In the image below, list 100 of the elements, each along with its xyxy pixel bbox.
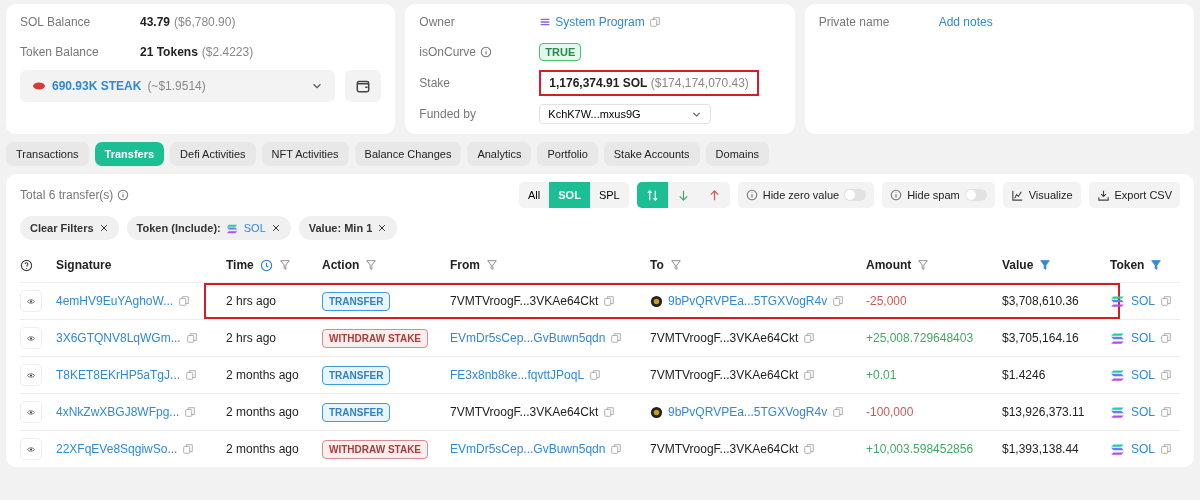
toggle-switch[interactable] — [844, 189, 867, 201]
time-text: 2 months ago — [226, 442, 299, 456]
tab[interactable]: Stake Accounts — [603, 142, 700, 166]
visualize-button[interactable]: Visualize — [1002, 182, 1081, 208]
copy-icon[interactable] — [184, 406, 197, 418]
value-text: $3,708,610.36 — [1002, 294, 1079, 308]
signature-link[interactable]: 22XFqEVe8SqgiwSo... — [56, 442, 178, 456]
token-link[interactable]: SOL — [1131, 405, 1155, 419]
tab[interactable]: Analytics — [467, 142, 532, 166]
balance-value: 21 Tokens — [140, 45, 198, 59]
close-icon[interactable] — [270, 223, 281, 233]
tab[interactable]: Transfers — [94, 142, 165, 166]
token-link[interactable]: SOL — [1131, 368, 1155, 382]
owner-link[interactable]: System Program — [555, 15, 645, 29]
signature-link[interactable]: 4emHV9EuYAghoW... — [56, 294, 174, 308]
filter-chip[interactable]: Token (Include): SOL — [126, 216, 291, 240]
address-text: 7VMTVroogF...3VKAe64Ckt — [450, 405, 599, 419]
copy-icon[interactable] — [832, 406, 845, 418]
wallet-button[interactable] — [345, 70, 382, 102]
copy-icon[interactable] — [178, 295, 191, 307]
copy-icon[interactable] — [1160, 443, 1172, 455]
filter-icon[interactable] — [486, 259, 498, 271]
direction-filter-button[interactable] — [636, 182, 668, 208]
toggle-button[interactable]: Hide zero value — [737, 182, 875, 208]
toggle-button[interactable]: Hide spam — [882, 182, 995, 208]
copy-icon[interactable] — [1160, 369, 1172, 381]
filter-chip[interactable]: Value: Min 1 — [298, 216, 398, 240]
tab[interactable]: Balance Changes — [354, 142, 462, 166]
copy-icon[interactable] — [1160, 295, 1172, 307]
tab[interactable]: Transactions — [6, 142, 89, 166]
copy-icon[interactable] — [803, 443, 816, 455]
filter-icon[interactable] — [917, 259, 930, 271]
clock-icon[interactable] — [259, 258, 273, 272]
copy-icon[interactable] — [832, 295, 845, 307]
copy-icon[interactable] — [610, 332, 623, 344]
address-link[interactable]: FE3x8nb8ke...fqvttJPoqL — [450, 368, 585, 382]
copy-icon[interactable] — [589, 369, 602, 381]
time-text: 2 months ago — [226, 405, 299, 419]
field-label: Token Balance — [20, 45, 100, 59]
view-button[interactable] — [20, 438, 42, 460]
filter-chip[interactable]: Clear Filters — [20, 216, 119, 240]
filter-icon[interactable] — [669, 259, 682, 271]
token-link[interactable]: SOL — [1131, 294, 1155, 308]
copy-icon[interactable] — [603, 295, 616, 307]
filter-icon[interactable] — [1150, 259, 1163, 271]
value-text: $3,705,164.16 — [1002, 331, 1079, 345]
filter-icon[interactable] — [365, 259, 378, 271]
token-link[interactable]: SOL — [1131, 331, 1155, 345]
address-link[interactable]: 9bPvQRVPEa...5TGXVogR4v — [668, 294, 828, 308]
address-link[interactable]: 9bPvQRVPEa...5TGXVogR4v — [668, 405, 828, 419]
field-label: isOnCurve — [419, 45, 476, 59]
address-text: 7VMTVroogF...3VKAe64Ckt — [650, 331, 799, 345]
signature-link[interactable]: T8KET8EKrHP5aTgJ... — [56, 368, 181, 382]
copy-icon[interactable] — [182, 443, 195, 455]
toggle-switch[interactable] — [964, 189, 987, 201]
tab[interactable]: Domains — [705, 142, 769, 166]
tab[interactable]: Portfolio — [537, 142, 598, 166]
filter-icon[interactable] — [278, 259, 291, 271]
download-icon — [1096, 188, 1110, 202]
signature-link[interactable]: 4xNkZwXBGJ8WFpg... — [56, 405, 180, 419]
view-button[interactable] — [20, 364, 42, 386]
value-text: $1,393,138.44 — [1002, 442, 1079, 456]
view-button[interactable] — [20, 327, 42, 349]
funder-dropdown[interactable]: KchK7W...mxus9G — [539, 104, 711, 124]
view-button[interactable] — [20, 290, 42, 312]
tab[interactable]: NFT Activities — [261, 142, 349, 166]
filter-icon[interactable] — [1039, 259, 1052, 271]
time-text: 2 hrs ago — [226, 294, 277, 308]
add-notes-link[interactable]: Add notes — [938, 15, 993, 29]
copy-icon[interactable] — [1160, 406, 1172, 418]
export-button[interactable]: Export CSV — [1088, 182, 1180, 208]
info-icon — [480, 46, 492, 58]
close-icon[interactable] — [377, 223, 388, 233]
copy-icon[interactable] — [185, 332, 198, 344]
token-filter-button[interactable]: All — [519, 182, 550, 208]
field-label: Funded by — [419, 107, 477, 121]
chart-icon — [1010, 188, 1024, 202]
address-link[interactable]: EVmDr5sCep...GvBuwn5qdn — [450, 442, 606, 456]
token-filter-button[interactable]: SOL — [549, 182, 590, 208]
time-text: 2 hrs ago — [226, 331, 277, 345]
action-tag: TRANSFER — [322, 291, 391, 311]
address-link[interactable]: EVmDr5sCep...GvBuwn5qdn — [450, 331, 606, 345]
token-link[interactable]: SOL — [1131, 442, 1155, 456]
copy-icon[interactable] — [803, 332, 816, 344]
copy-icon[interactable] — [603, 406, 616, 418]
copy-icon[interactable] — [648, 16, 661, 28]
signature-link[interactable]: 3X6GTQNV8LqWGm... — [56, 331, 181, 345]
copy-icon[interactable] — [185, 369, 198, 381]
tab[interactable]: Defi Activities — [170, 142, 256, 166]
solana-icon — [1110, 367, 1126, 383]
copy-icon[interactable] — [1160, 332, 1172, 344]
address-text: 7VMTVroogF...3VKAe64Ckt — [650, 442, 799, 456]
copy-icon[interactable] — [803, 369, 816, 381]
solana-icon — [1110, 330, 1126, 346]
close-icon[interactable] — [98, 223, 109, 233]
transfer-count: Total 6 transfer(s) — [20, 188, 114, 202]
view-button[interactable] — [20, 401, 42, 423]
copy-icon[interactable] — [610, 443, 623, 455]
token-dropdown[interactable]: 690.93K STEAK (~$1.9514) — [20, 70, 336, 102]
token-filter-button[interactable]: SPL — [589, 182, 629, 208]
